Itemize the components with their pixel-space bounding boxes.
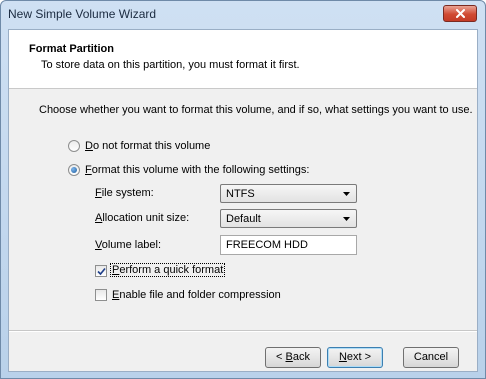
checkmark-icon <box>97 267 106 276</box>
allocation-value: Default <box>226 213 261 225</box>
no-format-radio[interactable] <box>68 140 80 152</box>
wizard-body: Format Partition To store data on this p… <box>8 29 478 372</box>
window-title: New Simple Volume Wizard <box>8 7 157 21</box>
volume-label-label: Volume label: <box>95 239 162 251</box>
volume-label-input[interactable]: FREECOM HDD <box>220 235 357 255</box>
button-divider <box>9 330 477 332</box>
file-system-select[interactable]: NTFS <box>220 184 357 203</box>
file-system-label: File system: <box>95 187 154 199</box>
volume-label-value: FREECOM HDD <box>226 239 308 251</box>
page-title: Format Partition <box>29 43 114 55</box>
chevron-down-icon <box>343 192 350 196</box>
no-format-label[interactable]: Do not format this volume <box>85 140 210 152</box>
page-subtitle: To store data on this partition, you mus… <box>41 59 300 71</box>
format-radio[interactable] <box>68 164 80 176</box>
quick-format-checkbox[interactable] <box>95 265 107 277</box>
close-icon <box>456 9 465 18</box>
compression-checkbox[interactable] <box>95 289 107 301</box>
allocation-label: Allocation unit size: <box>95 212 190 224</box>
title-bar[interactable]: New Simple Volume Wizard <box>1 1 485 27</box>
compression-label[interactable]: Enable file and folder compression <box>112 289 281 301</box>
cancel-button[interactable]: Cancel <box>403 347 459 368</box>
chevron-down-icon <box>343 217 350 221</box>
quick-format-label[interactable]: Perform a quick format <box>109 263 226 277</box>
allocation-select[interactable]: Default <box>220 209 357 228</box>
close-button[interactable] <box>443 5 477 22</box>
next-button[interactable]: Next > <box>327 347 383 368</box>
instruction-text: Choose whether you want to format this v… <box>39 104 473 116</box>
back-button[interactable]: < Back <box>265 347 321 368</box>
wizard-window: New Simple Volume Wizard Format Partitio… <box>0 0 486 379</box>
wizard-header: Format Partition To store data on this p… <box>9 30 477 89</box>
file-system-value: NTFS <box>226 188 255 200</box>
format-label[interactable]: Format this volume with the following se… <box>85 164 309 176</box>
